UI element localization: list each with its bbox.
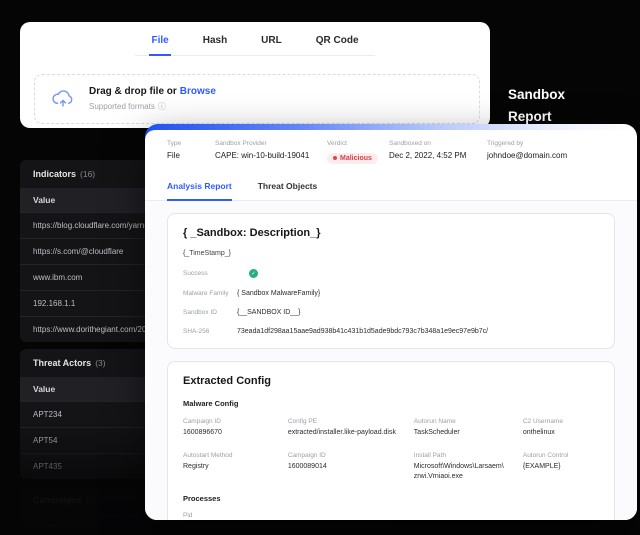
meta-verdict: Verdict Malicious	[327, 140, 389, 165]
config-field: C2 Username onthelinux	[523, 418, 599, 438]
sandbox-report-label: Sandbox Report	[508, 84, 565, 128]
tab-analysis-report[interactable]: Analysis Report	[167, 173, 232, 201]
meta-type: Type File	[167, 140, 215, 165]
timestamp: {_TimeStamp_}	[183, 250, 599, 257]
meta-sandboxed-on: Sandboxed on Dec 2, 2022, 4:52 PM	[389, 140, 487, 165]
config-field: Autostart Method Registry	[183, 452, 272, 482]
tab-file[interactable]: File	[149, 31, 170, 56]
description-card: { _Sandbox: Description_} {_TimeStamp_} …	[167, 213, 615, 349]
malware-family-row: Malware Family { Sandbox MalwareFamily}	[183, 290, 599, 297]
browse-link[interactable]: Browse	[180, 86, 216, 97]
config-field: Config PE extracted/installer.like-paylo…	[288, 418, 398, 438]
upload-card: File Hash URL QR Code Drag & drop file o…	[20, 22, 490, 128]
config-field: Campaign ID 1600896670	[183, 418, 272, 438]
config-field: Install Path Microsoft\Windows\Larsaem\z…	[414, 452, 507, 482]
verdict-badge: Malicious	[327, 153, 378, 164]
status-row: Success ✓	[183, 269, 599, 278]
report-meta-row: Type File Sandbox Provider CAPE: win-10-…	[145, 130, 637, 173]
indicators-count: (16)	[80, 169, 95, 179]
meta-triggered-by: Triggered by johndoe@domain.com	[487, 140, 615, 165]
success-check-icon: ✓	[249, 269, 258, 278]
extracted-config-title: Extracted Config	[183, 375, 599, 387]
config-field: Autorun Control {EXAMPLE}	[523, 452, 599, 482]
page: File Hash URL QR Code Drag & drop file o…	[0, 0, 640, 535]
dropzone-title: Drag & drop file or	[89, 86, 177, 97]
upload-tabs: File Hash URL QR Code	[20, 22, 490, 56]
config-field: Autorun Name TaskScheduler	[414, 418, 507, 438]
malware-config-heading: Malware Config	[183, 399, 599, 408]
report-body: { _Sandbox: Description_} {_TimeStamp_} …	[145, 201, 637, 520]
sandbox-id-row: Sandbox ID {__SANDBOX ID__}	[183, 309, 599, 316]
supported-formats-label: Supported formats	[89, 102, 155, 111]
tab-hash[interactable]: Hash	[201, 31, 229, 55]
extracted-config-card: Extracted Config Malware Config Campaign…	[167, 361, 615, 520]
config-field: Campaign ID 1600089014	[288, 452, 398, 482]
status-label: Success	[183, 270, 237, 277]
processes-heading: Processes	[183, 494, 599, 503]
campaigns-count: (2)	[86, 495, 96, 505]
file-dropzone[interactable]: Drag & drop file orBrowse Supported form…	[34, 74, 480, 124]
threat-actors-count: (3)	[95, 358, 105, 368]
meta-sandbox-provider: Sandbox Provider CAPE: win-10-build-1904…	[215, 140, 327, 165]
config-grid: Campaign ID 1600896670 Config PE extract…	[183, 418, 599, 482]
tab-url[interactable]: URL	[259, 31, 284, 55]
cloud-upload-icon	[50, 86, 76, 112]
tab-threat-objects[interactable]: Threat Objects	[258, 173, 318, 200]
tab-qr-code[interactable]: QR Code	[314, 31, 361, 55]
sha256-row: SHA-256 73eada1df298aa15aae9ad938b41c431…	[183, 328, 599, 335]
verdict-dot-icon	[333, 156, 337, 160]
sandbox-report-panel: Type File Sandbox Provider CAPE: win-10-…	[145, 124, 637, 520]
report-tabs: Analysis Report Threat Objects	[145, 173, 637, 201]
description-title: { _Sandbox: Description_}	[183, 227, 599, 239]
pid-label: Pid	[183, 512, 599, 519]
info-icon[interactable]: ⓘ	[158, 101, 166, 112]
